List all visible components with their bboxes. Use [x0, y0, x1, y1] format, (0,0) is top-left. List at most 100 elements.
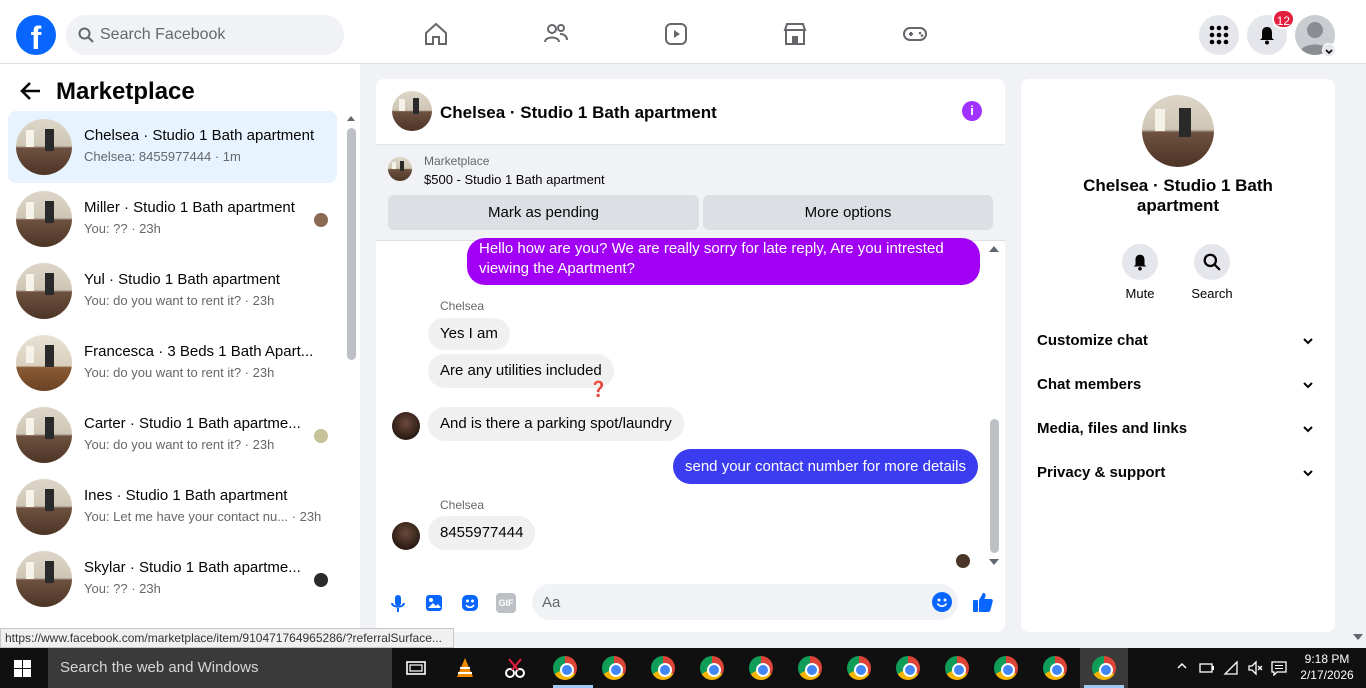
chrome-icon[interactable] [847, 656, 871, 680]
listing-large-thumbnail[interactable] [1142, 95, 1214, 167]
sender-name: Chelsea [440, 299, 485, 313]
page-scrollbar[interactable] [1350, 64, 1366, 648]
search-facebook-input[interactable]: Search Facebook [66, 15, 344, 55]
message-composer[interactable] [532, 584, 958, 620]
gaming-icon[interactable] [901, 20, 929, 48]
taskbar-search-box[interactable]: Search the web and Windows [48, 648, 392, 688]
inbox-scrollbar[interactable] [347, 128, 356, 360]
privacy-support-section[interactable]: Privacy & support [1037, 451, 1319, 495]
chrome-icon[interactable] [602, 656, 626, 680]
chrome-icon[interactable] [945, 656, 969, 680]
chat-scroll-down-icon[interactable] [989, 559, 999, 565]
conversation-preview: You: ?? · 23h [84, 581, 161, 596]
chat-scroll-up-icon[interactable] [989, 246, 999, 252]
chat-title[interactable]: Chelsea · Studio 1 Bath apartment [440, 103, 717, 123]
account-menu-chevron-icon[interactable] [1322, 43, 1336, 57]
chrome-icon[interactable] [896, 656, 920, 680]
task-view-icon[interactable] [404, 656, 428, 680]
chrome-icon[interactable] [651, 656, 675, 680]
conversation-name: Yul · Studio 1 Bath apartment [84, 271, 280, 288]
incoming-message: And is there a parking spot/laundry [428, 407, 684, 441]
sender-name: Chelsea [440, 498, 485, 512]
incoming-message: Are any utilities included [428, 354, 614, 388]
seen-avatar [314, 573, 328, 587]
tray-chevron-up-icon[interactable] [1176, 660, 1188, 675]
search-in-chat-button[interactable]: Search [1182, 244, 1242, 301]
chrome-icon[interactable] [994, 656, 1018, 680]
notification-badge: 12 [1271, 9, 1295, 29]
details-title: Chelsea · Studio 1 Bath apartment [1083, 176, 1273, 215]
message-input[interactable] [542, 592, 902, 612]
chat-members-section[interactable]: Chat members [1037, 363, 1319, 407]
vlc-icon[interactable] [453, 656, 477, 680]
friends-icon[interactable] [542, 20, 570, 48]
menu-grid-button[interactable] [1199, 15, 1239, 55]
sticker-icon[interactable] [460, 593, 480, 613]
speaker-muted-icon[interactable] [1247, 660, 1263, 676]
conversation-preview: You: do you want to rent it? · 23h [84, 293, 275, 308]
incoming-message: 8455977444 [428, 516, 536, 550]
home-icon[interactable] [422, 20, 450, 48]
listing-thumbnail [16, 119, 72, 175]
sender-avatar[interactable] [392, 522, 420, 550]
sender-avatar[interactable] [392, 412, 420, 440]
conversation-item[interactable]: Carter · Studio 1 Bath apartme... You: d… [8, 399, 337, 471]
chat-scrollbar[interactable] [990, 419, 999, 553]
gif-icon[interactable]: GIF [496, 593, 516, 613]
scroll-up-arrow-icon[interactable] [347, 116, 355, 121]
video-icon[interactable] [662, 20, 690, 48]
page-scroll-down-icon[interactable] [1353, 634, 1363, 640]
taskbar-clock[interactable]: 9:18 PM 2/17/2026 [1295, 651, 1359, 683]
customize-chat-section[interactable]: Customize chat [1037, 319, 1319, 363]
wifi-icon[interactable] [1223, 660, 1239, 676]
conversation-item[interactable]: Skylar · Studio 1 Bath apartme... You: ?… [8, 543, 337, 615]
conversation-item[interactable]: Miller · Studio 1 Bath apartment You: ??… [8, 183, 337, 255]
conversation-item[interactable]: Francesca · 3 Beds 1 Bath Apart... You: … [8, 327, 337, 399]
snipping-tool-icon[interactable] [503, 656, 527, 680]
microphone-icon[interactable] [388, 593, 408, 613]
question-reaction-icon[interactable]: ❓ [589, 380, 608, 398]
conversation-preview: You: ?? · 23h [84, 221, 161, 236]
listing-price-title[interactable]: $500 - Studio 1 Bath apartment [424, 172, 605, 187]
seen-avatar [314, 213, 328, 227]
chat-details-panel: Chelsea · Studio 1 Bath apartment Mute S… [1021, 79, 1335, 632]
action-center-icon[interactable] [1271, 660, 1287, 676]
chevron-down-icon [1303, 382, 1313, 389]
thumbs-up-icon[interactable] [972, 591, 994, 613]
conversation-name: Carter · Studio 1 Bath apartme... [84, 415, 301, 432]
listing-thumbnail [16, 335, 72, 391]
listing-thumbnail [16, 407, 72, 463]
chat-thumbnail[interactable] [392, 91, 432, 131]
grid-icon [1209, 25, 1229, 45]
conversation-name: Skylar · Studio 1 Bath apartme... [84, 559, 301, 576]
chrome-icon[interactable] [749, 656, 773, 680]
search-label: Search [1191, 286, 1233, 301]
facebook-logo-icon[interactable]: f [16, 15, 56, 55]
notifications-button[interactable]: 12 [1247, 9, 1295, 55]
emoji-icon[interactable] [932, 592, 952, 612]
marketplace-icon[interactable] [781, 20, 809, 48]
chrome-icon[interactable] [553, 656, 577, 680]
battery-icon[interactable] [1199, 660, 1215, 676]
windows-start-icon[interactable] [14, 660, 31, 677]
photo-icon[interactable] [424, 593, 444, 613]
more-options-button[interactable]: More options [703, 195, 993, 230]
conversation-name: Chelsea · Studio 1 Bath apartment [84, 127, 315, 144]
mute-button[interactable]: Mute [1110, 244, 1170, 301]
back-arrow-icon[interactable] [20, 81, 42, 101]
chrome-icon[interactable] [700, 656, 724, 680]
section-label: Privacy & support [1037, 464, 1166, 481]
chevron-down-icon [1303, 426, 1313, 433]
conversation-item[interactable]: Ines · Studio 1 Bath apartment You: Let … [8, 471, 337, 543]
chrome-icon[interactable] [1092, 656, 1116, 680]
media-files-links-section[interactable]: Media, files and links [1037, 407, 1319, 451]
conversation-preview: Chelsea: 8455977444 · 1m [84, 149, 241, 164]
section-label: Media, files and links [1037, 420, 1188, 437]
chrome-icon[interactable] [798, 656, 822, 680]
clock-date: 2/17/2026 [1300, 668, 1354, 682]
mark-as-pending-button[interactable]: Mark as pending [388, 195, 699, 230]
conversation-item[interactable]: Yul · Studio 1 Bath apartment You: do yo… [8, 255, 337, 327]
info-icon[interactable]: i [962, 101, 982, 121]
conversation-item[interactable]: Chelsea · Studio 1 Bath apartment Chelse… [8, 111, 337, 183]
chrome-icon[interactable] [1043, 656, 1067, 680]
